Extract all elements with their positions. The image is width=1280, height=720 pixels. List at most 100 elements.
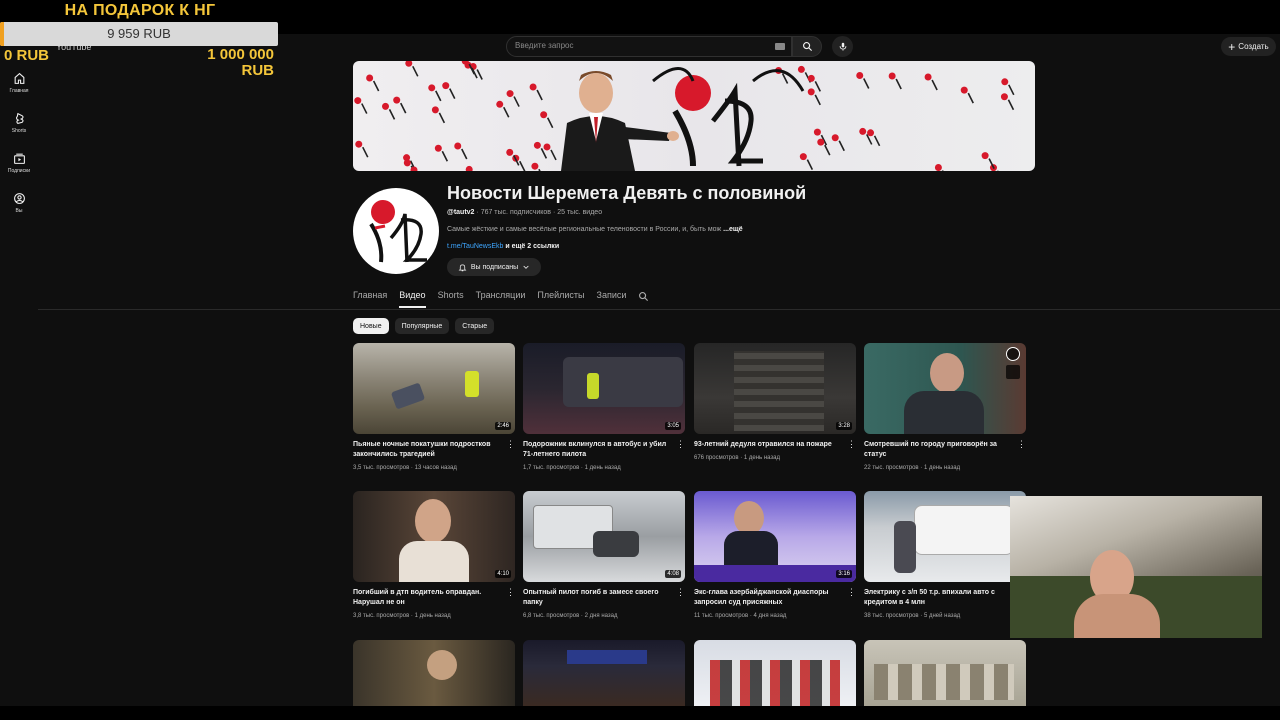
video-card[interactable]: 2:46 Пьяные ночные покатушки подростков … (353, 343, 515, 471)
banner-pattern-stroke (814, 81, 821, 92)
banner-pattern-stroke (412, 65, 419, 77)
banner-pattern-dot (465, 165, 473, 171)
sidebar-item-shorts[interactable]: Shorts (0, 104, 38, 144)
video-title[interactable]: Опытный пилот погиб в замесе своего папк… (523, 588, 673, 608)
create-button[interactable]: + Создать (1221, 37, 1276, 56)
video-thumbnail[interactable]: 3:05 (523, 343, 685, 434)
banner-artwork (354, 61, 1015, 171)
video-views: 676 просмотров (694, 455, 739, 461)
more-options-icon[interactable]: ⋮ (676, 588, 685, 597)
chip-popular[interactable]: Популярные (394, 318, 450, 334)
channel-description[interactable]: Самые жёсткие и самые весёлые региональн… (447, 226, 743, 233)
channel-search-icon[interactable] (638, 291, 649, 302)
more-options-icon[interactable]: ⋮ (1017, 440, 1026, 449)
tab-playlists[interactable]: Плейлисты (537, 290, 584, 308)
search-input[interactable]: Введите запрос (515, 41, 574, 50)
video-card[interactable]: 4:10 Погибший в дтп водитель оправдан. Н… (353, 491, 515, 619)
banner-pattern-stroke (441, 150, 449, 162)
video-thumbnail[interactable] (864, 491, 1026, 582)
video-card[interactable]: Электрику с з/п 50 т.р. впихали авто с к… (864, 491, 1026, 619)
banner-pattern-stroke (931, 79, 938, 91)
banner-pattern-dot (434, 144, 442, 152)
sidebar-item-label: Shorts (11, 128, 27, 134)
channel-tabs: Главная Видео Shorts Трансляции Плейлист… (353, 290, 649, 308)
video-thumbnail[interactable]: 3:16 (694, 491, 856, 582)
video-thumbnail[interactable] (353, 640, 515, 706)
channel-description-text: Самые жёсткие и самые весёлые региональн… (447, 226, 722, 233)
video-thumbnail[interactable] (864, 640, 1026, 706)
channel-link-telegram[interactable]: t.me/TauNewsEkb (447, 243, 503, 250)
microphone-icon (839, 42, 846, 51)
video-title[interactable]: Экс-глава азербайджанской диаспоры запро… (694, 588, 844, 608)
more-options-icon[interactable]: ⋮ (676, 440, 685, 449)
video-card[interactable]: 3:16 Экс-глава азербайджанской диаспоры … (694, 491, 856, 619)
bottom-black-band (0, 706, 1280, 720)
sidebar-item-you[interactable]: Вы (0, 184, 38, 224)
video-card[interactable]: 3:28 93-летний дедуля отравился на пожар… (694, 343, 856, 461)
banner-pattern-stroke (513, 96, 520, 107)
banner-pattern-stroke (863, 78, 870, 89)
video-card[interactable]: 3:05 Подорожник вклинулся в автобус и уб… (523, 343, 685, 471)
video-title[interactable]: Электрику с з/п 50 т.р. впихали авто с к… (864, 588, 1014, 608)
tab-posts[interactable]: Записи (597, 290, 627, 308)
subscribed-button[interactable]: Вы подписаны (447, 258, 541, 276)
banner-logo-9-and-half (652, 67, 805, 167)
tab-shorts[interactable]: Shorts (438, 290, 464, 308)
search-box[interactable]: Введите запрос (506, 36, 792, 57)
video-meta: 3,5 тыс. просмотров · 13 часов назад (353, 465, 457, 471)
search-button[interactable] (792, 36, 822, 57)
video-duration: 2:46 (495, 422, 511, 430)
video-title[interactable]: Погибший в дтп водитель оправдан. Наруша… (353, 588, 503, 608)
video-title[interactable]: Смотревший по городу приговорён за стату… (864, 440, 1014, 460)
video-age: 13 часов назад (414, 465, 457, 471)
video-card[interactable] (523, 640, 685, 706)
banner-pattern-stroke (519, 160, 526, 171)
banner-pattern-dot (960, 86, 968, 94)
banner-pattern-stroke (438, 112, 446, 124)
more-options-icon[interactable]: ⋮ (847, 588, 856, 597)
add-to-queue-icon[interactable] (1006, 365, 1020, 379)
banner-pattern-dot (529, 83, 537, 91)
more-options-icon[interactable]: ⋮ (506, 588, 515, 597)
donation-progress-bar: 9 959 RUB (0, 22, 278, 46)
more-options-icon[interactable]: ⋮ (506, 440, 515, 449)
description-more-link[interactable]: ...ещё (723, 226, 743, 233)
keyboard-icon[interactable] (775, 43, 785, 50)
video-card[interactable] (694, 640, 856, 706)
banner-pattern-stroke (362, 146, 369, 158)
video-thumbnail[interactable] (864, 343, 1026, 434)
video-thumbnail[interactable]: 4:08 (523, 491, 685, 582)
video-card[interactable] (353, 640, 515, 706)
video-title[interactable]: Подорожник вклинулся в автобус и убил 71… (523, 440, 673, 460)
chip-oldest[interactable]: Старые (455, 318, 495, 334)
channel-avatar[interactable] (353, 188, 439, 274)
video-card[interactable] (864, 640, 1026, 706)
banner-pattern-dot (807, 74, 815, 82)
video-title[interactable]: 93-летний дедуля отравился на пожаре (694, 440, 844, 450)
video-thumbnail[interactable]: 4:10 (353, 491, 515, 582)
video-title[interactable]: Пьяные ночные покатушки подростков закон… (353, 440, 503, 460)
video-age: 2 дня назад (584, 613, 618, 619)
tab-home[interactable]: Главная (353, 290, 387, 308)
video-card[interactable]: 4:08 Опытный пилот погиб в замесе своего… (523, 491, 685, 619)
video-thumbnail[interactable] (694, 640, 856, 706)
banner-pattern-dot (867, 129, 875, 137)
chip-newest[interactable]: Новые (353, 318, 389, 334)
banner-pattern-dot (1001, 78, 1009, 86)
tab-videos[interactable]: Видео (399, 290, 426, 308)
video-thumbnail[interactable] (523, 640, 685, 706)
more-options-icon[interactable]: ⋮ (847, 440, 856, 449)
voice-search-button[interactable] (832, 36, 853, 57)
video-card[interactable]: Смотревший по городу приговорён за стату… (864, 343, 1026, 471)
banner-pattern-dot (859, 127, 867, 135)
watch-later-icon[interactable] (1006, 347, 1020, 361)
create-label: Создать (1238, 42, 1269, 51)
tab-live[interactable]: Трансляции (476, 290, 526, 308)
video-thumbnail[interactable]: 3:28 (694, 343, 856, 434)
channel-links-more[interactable]: и ещё 2 ссылки (505, 243, 559, 250)
video-thumbnail[interactable]: 2:46 (353, 343, 515, 434)
sidebar-item-subscriptions[interactable]: Подписки (0, 144, 38, 184)
video-duration: 3:28 (836, 422, 852, 430)
banner-pattern-stroke (372, 80, 380, 92)
banner-pattern-stroke (536, 89, 543, 101)
